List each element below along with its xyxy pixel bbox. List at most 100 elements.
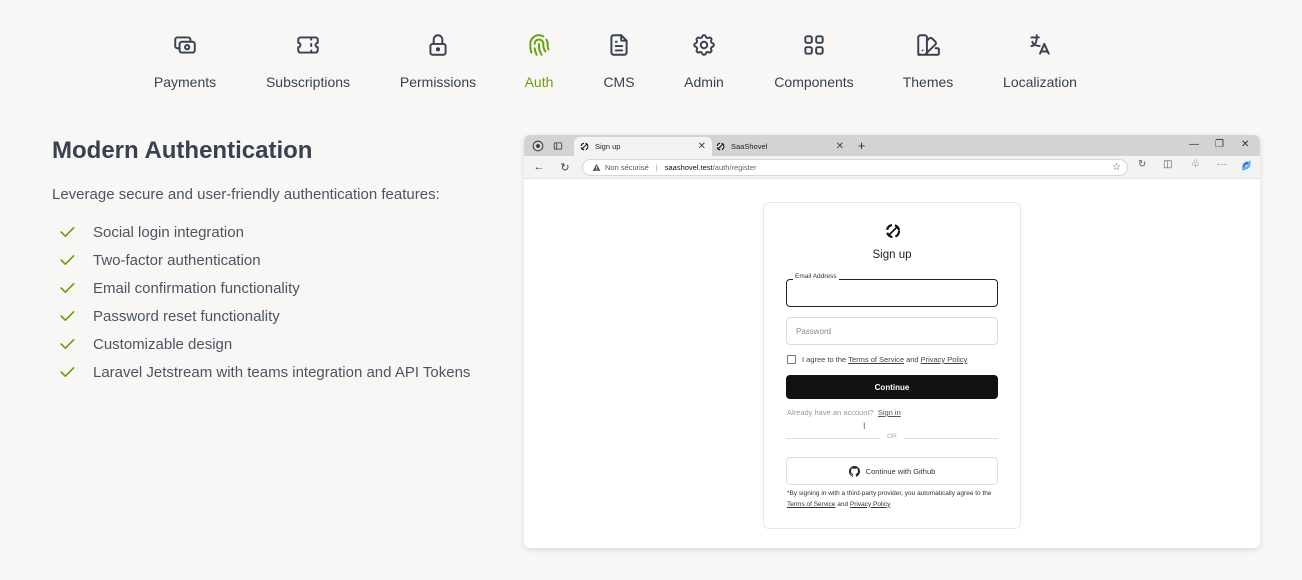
text-cursor-icon: I (863, 421, 866, 431)
list-item: Password reset functionality (52, 302, 502, 330)
feature-item-text: Social login integration (93, 223, 244, 241)
feature-description: Leverage secure and user-friendly authen… (52, 186, 440, 203)
gear-icon (689, 30, 719, 60)
nav-label: Auth (524, 74, 554, 90)
nav-item-themes[interactable]: Themes (903, 30, 953, 90)
shovel-logo-icon (580, 142, 589, 151)
window-close-icon[interactable]: ✕ (1241, 139, 1249, 150)
nav-item-permissions[interactable]: Permissions (400, 30, 476, 90)
new-tab-button[interactable]: + (854, 138, 869, 153)
feature-item-text: Laravel Jetstream with teams integration… (93, 363, 471, 381)
restore-icon[interactable]: ❐ (1215, 139, 1224, 150)
shovel-logo-icon (716, 142, 725, 151)
translate-icon (1025, 30, 1055, 60)
check-icon (60, 311, 75, 321)
note-text: *By signing in with a third-party provid… (787, 490, 992, 497)
nav-item-payments[interactable]: Payments (154, 30, 216, 90)
tab-sign-up[interactable]: Sign up ✕ (574, 137, 712, 156)
reload-icon[interactable]: ↻ (558, 160, 572, 174)
github-label: Continue with Github (865, 466, 936, 476)
feature-section: Modern Authentication Leverage secure an… (52, 137, 502, 386)
extension-icon[interactable]: ♧ (1191, 159, 1200, 170)
browser-window: Sign up ✕ SaaShovel ✕ + — ❐ ✕ ← ↻ Non sé… (524, 135, 1260, 548)
minimize-icon[interactable]: — (1189, 139, 1199, 150)
nav-label: Components (774, 74, 854, 90)
copilot-icon[interactable] (1240, 159, 1253, 175)
page-content: Sign up Email Address I agree to the Ter… (524, 179, 1260, 548)
have-account-row: Already have an account? Sign in (787, 408, 901, 417)
divider-line (904, 438, 998, 439)
address-bar: ← ↻ Non sécurisé | saashovel.test/auth/r… (524, 156, 1260, 179)
warning-icon (592, 163, 601, 171)
note-privacy-link[interactable]: Privacy Policy (850, 501, 890, 508)
refresh-extension-icon[interactable]: ↻ (1138, 159, 1146, 170)
feature-item-text: Email confirmation functionality (93, 279, 300, 297)
list-item: Social login integration (52, 218, 502, 246)
third-party-note: *By signing in with a third-party provid… (787, 489, 1003, 510)
nav-label: Localization (1003, 74, 1077, 90)
check-icon (60, 339, 75, 349)
nav-label: Subscriptions (265, 74, 351, 90)
security-label: Non sécurisé (605, 163, 649, 172)
privacy-link[interactable]: Privacy Policy (921, 355, 968, 364)
tab-saashovel[interactable]: SaaShovel ✕ (710, 137, 850, 156)
nav-label: Themes (902, 74, 954, 90)
split-screen-icon[interactable]: ◫ (1163, 159, 1172, 170)
password-input[interactable] (787, 318, 997, 344)
feature-nav: Payments Subscriptions Permissions Auth … (0, 30, 1302, 100)
password-field[interactable] (786, 317, 998, 345)
nav-label: Admin (684, 74, 724, 90)
or-divider: OR (786, 433, 998, 443)
list-item: Email confirmation functionality (52, 274, 502, 302)
nav-item-auth[interactable]: Auth (522, 30, 556, 90)
nav-item-localization[interactable]: Localization (1001, 30, 1079, 90)
feature-list: Social login integration Two-factor auth… (52, 218, 502, 386)
feature-title: Modern Authentication (52, 137, 313, 164)
feature-item-text: Two-factor authentication (93, 251, 261, 269)
sign-in-link[interactable]: Sign in (878, 408, 901, 417)
document-icon (604, 30, 634, 60)
email-field[interactable]: Email Address (786, 273, 998, 307)
have-account-text: Already have an account? (787, 408, 874, 417)
continue-button[interactable]: Continue (786, 375, 998, 399)
tab-actions-icon[interactable] (550, 138, 565, 153)
agree-and: and (906, 355, 919, 364)
lock-icon (423, 30, 453, 60)
list-item: Two-factor authentication (52, 246, 502, 274)
check-icon (60, 255, 75, 265)
check-icon (60, 367, 75, 377)
fingerprint-icon (524, 30, 554, 60)
agree-checkbox[interactable] (787, 355, 796, 364)
nav-item-subscriptions[interactable]: Subscriptions (264, 30, 352, 90)
nav-item-cms[interactable]: CMS (603, 30, 635, 90)
nav-label: CMS (603, 74, 635, 90)
tab-title: Sign up (595, 142, 621, 151)
github-icon (848, 465, 860, 477)
nav-item-components[interactable]: Components (773, 30, 855, 90)
close-icon[interactable]: ✕ (698, 141, 706, 152)
nav-item-admin[interactable]: Admin (683, 30, 725, 90)
terms-link[interactable]: Terms of Service (848, 355, 904, 364)
tab-bar: Sign up ✕ SaaShovel ✕ + — ❐ ✕ (524, 135, 1260, 156)
email-input[interactable] (787, 280, 997, 306)
back-icon[interactable]: ← (532, 160, 546, 174)
signup-card: Sign up Email Address I agree to the Ter… (763, 202, 1021, 529)
ticket-icon (293, 30, 323, 60)
nav-label: Permissions (399, 74, 477, 90)
nav-label: Payments (153, 74, 217, 90)
close-icon[interactable]: ✕ (836, 141, 844, 152)
feature-item-text: Password reset functionality (93, 307, 280, 325)
signup-title: Sign up (872, 249, 912, 261)
url-path: /auth/register (712, 163, 757, 172)
palette-icon (913, 30, 943, 60)
url-field[interactable]: Non sécurisé | saashovel.test/auth/regis… (582, 159, 1128, 176)
check-icon (60, 227, 75, 237)
github-button[interactable]: Continue with Github (786, 457, 998, 485)
more-icon[interactable]: ··· (1217, 159, 1227, 170)
grid-icon (799, 30, 829, 60)
feature-item-text: Customizable design (93, 335, 233, 353)
profile-icon[interactable] (530, 138, 545, 153)
star-icon[interactable]: ☆ (1112, 162, 1121, 173)
url-host: saashovel.test (664, 163, 713, 172)
note-terms-link[interactable]: Terms of Service (787, 501, 835, 508)
